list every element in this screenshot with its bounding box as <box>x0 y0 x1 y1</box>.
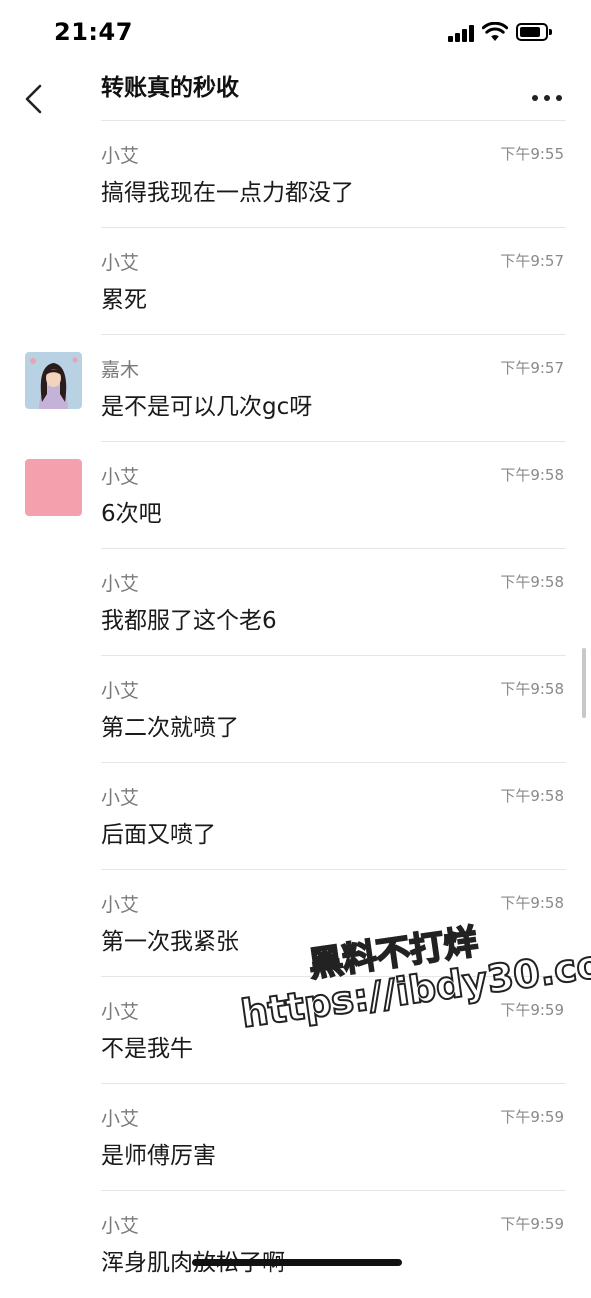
message-text: 搞得我现在一点力都没了 <box>101 180 354 206</box>
message-time: 下午9:58 <box>500 787 564 805</box>
more-options-icon[interactable] <box>530 94 564 104</box>
message-sender: 小艾 <box>101 1001 140 1023</box>
chat-header: 转账真的秒收 <box>0 64 591 122</box>
back-arrow-icon[interactable] <box>20 82 50 116</box>
message-sender: 小艾 <box>101 1108 140 1130</box>
wifi-icon <box>482 22 508 41</box>
message-text: 第一次我紧张 <box>101 929 239 955</box>
message-text: 6次吧 <box>101 501 162 527</box>
avatar-girl-portrait[interactable] <box>25 352 82 409</box>
message-time: 下午9:59 <box>500 1001 564 1019</box>
cellular-signal-icon <box>448 24 476 42</box>
message-sender: 小艾 <box>101 787 140 809</box>
message-item[interactable]: 小艾 下午9:58 6次吧 <box>0 442 591 549</box>
message-time: 下午9:58 <box>500 466 564 484</box>
message-sender: 小艾 <box>101 894 140 916</box>
message-item[interactable]: 嘉木 下午9:57 是不是可以几次gc呀 <box>0 335 591 442</box>
message-sender: 小艾 <box>101 145 140 167</box>
message-time: 下午9:58 <box>500 680 564 698</box>
message-item[interactable]: 小艾 下午9:58 第一次我紧张 <box>0 870 591 977</box>
message-sender: 小艾 <box>101 466 140 488</box>
message-item[interactable]: 小艾 下午9:59 不是我牛 <box>0 977 591 1084</box>
message-text: 是师傅厉害 <box>101 1143 216 1169</box>
chat-title: 转账真的秒收 <box>101 75 239 101</box>
message-time: 下午9:59 <box>500 1108 564 1126</box>
message-time: 下午9:55 <box>500 145 564 163</box>
message-item[interactable]: 小艾 下午9:59 浑身肌肉放松了啊 <box>0 1191 591 1298</box>
message-item[interactable]: 小艾 下午9:59 是师傅厉害 <box>0 1084 591 1191</box>
message-item[interactable]: 小艾 下午9:58 第二次就喷了 <box>0 656 591 763</box>
scrollbar[interactable] <box>582 648 586 718</box>
status-bar: 21:47 <box>0 0 591 64</box>
home-indicator[interactable] <box>192 1259 402 1266</box>
message-sender: 小艾 <box>101 573 140 595</box>
message-sender: 小艾 <box>101 252 140 274</box>
message-list[interactable]: 小艾 下午9:55 搞得我现在一点力都没了 小艾 下午9:57 累死 嘉木 下午… <box>0 121 591 1298</box>
battery-icon <box>516 23 552 41</box>
message-text: 后面又喷了 <box>101 822 216 848</box>
message-text: 是不是可以几次gc呀 <box>101 394 313 420</box>
message-time: 下午9:57 <box>500 359 564 377</box>
message-text: 第二次就喷了 <box>101 715 239 741</box>
status-time: 21:47 <box>54 18 133 46</box>
message-time: 下午9:58 <box>500 573 564 591</box>
message-text: 我都服了这个老6 <box>101 608 277 634</box>
message-item[interactable]: 小艾 下午9:55 搞得我现在一点力都没了 <box>0 121 591 228</box>
message-sender: 嘉木 <box>101 359 140 381</box>
avatar-pink-square[interactable] <box>25 459 82 516</box>
message-item[interactable]: 小艾 下午9:58 我都服了这个老6 <box>0 549 591 656</box>
message-time: 下午9:57 <box>500 252 564 270</box>
message-item[interactable]: 小艾 下午9:57 累死 <box>0 228 591 335</box>
message-item[interactable]: 小艾 下午9:58 后面又喷了 <box>0 763 591 870</box>
message-time: 下午9:59 <box>500 1215 564 1233</box>
message-sender: 小艾 <box>101 680 140 702</box>
message-text: 累死 <box>101 287 147 313</box>
message-time: 下午9:58 <box>500 894 564 912</box>
message-sender: 小艾 <box>101 1215 140 1237</box>
message-text: 不是我牛 <box>101 1036 193 1062</box>
